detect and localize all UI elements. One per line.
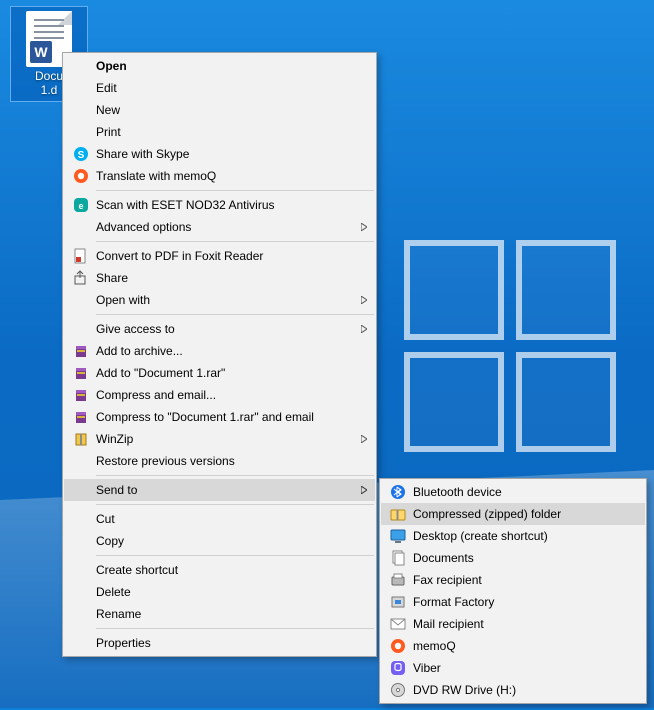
menu-skype-share[interactable]: S Share with Skype — [64, 143, 375, 165]
winzip-icon — [70, 430, 92, 448]
menu-eset-scan[interactable]: e Scan with ESET NOD32 Antivirus — [64, 194, 375, 216]
chevron-right-icon — [361, 435, 367, 443]
menu-edit[interactable]: Edit — [64, 77, 375, 99]
mail-icon — [387, 615, 409, 633]
fax-icon — [387, 571, 409, 589]
menu-separator — [96, 241, 374, 242]
submenu-fax[interactable]: Fax recipient — [381, 569, 645, 591]
eset-icon: e — [70, 196, 92, 214]
winrar-icon — [70, 364, 92, 382]
submenu-compressed-folder[interactable]: Compressed (zipped) folder — [381, 503, 645, 525]
menu-create-shortcut[interactable]: Create shortcut — [64, 559, 375, 581]
menu-rename[interactable]: Rename — [64, 603, 375, 625]
menu-memoq-translate[interactable]: Translate with memoQ — [64, 165, 375, 187]
menu-compress-email[interactable]: Compress and email... — [64, 384, 375, 406]
send-to-submenu: Bluetooth device Compressed (zipped) fol… — [379, 478, 647, 704]
bluetooth-icon — [387, 483, 409, 501]
menu-separator — [96, 190, 374, 191]
menu-delete[interactable]: Delete — [64, 581, 375, 603]
menu-copy[interactable]: Copy — [64, 530, 375, 552]
menu-separator — [96, 555, 374, 556]
share-icon — [70, 269, 92, 287]
memoq-icon — [387, 637, 409, 655]
context-menu: Open Edit New Print S Share with Skype T… — [62, 52, 377, 657]
windows-logo — [400, 240, 654, 480]
svg-text:S: S — [78, 150, 85, 161]
zip-folder-icon — [387, 505, 409, 523]
disc-drive-icon — [387, 681, 409, 699]
submenu-viber[interactable]: Viber — [381, 657, 645, 679]
submenu-memoq[interactable]: memoQ — [381, 635, 645, 657]
skype-icon: S — [70, 145, 92, 163]
menu-send-to[interactable]: Send to — [64, 479, 375, 501]
menu-advanced-options[interactable]: Advanced options — [64, 216, 375, 238]
chevron-right-icon — [361, 223, 367, 231]
menu-add-doc-rar[interactable]: Add to "Document 1.rar" — [64, 362, 375, 384]
menu-properties[interactable]: Properties — [64, 632, 375, 654]
memoq-icon — [70, 167, 92, 185]
menu-share[interactable]: Share — [64, 267, 375, 289]
format-factory-icon — [387, 593, 409, 611]
menu-restore-versions[interactable]: Restore previous versions — [64, 450, 375, 472]
submenu-format-factory[interactable]: Format Factory — [381, 591, 645, 613]
menu-cut[interactable]: Cut — [64, 508, 375, 530]
menu-print[interactable]: Print — [64, 121, 375, 143]
chevron-right-icon — [361, 296, 367, 304]
menu-give-access[interactable]: Give access to — [64, 318, 375, 340]
desktop-icon — [387, 527, 409, 545]
menu-compress-doc-rar-email[interactable]: Compress to "Document 1.rar" and email — [64, 406, 375, 428]
foxit-icon — [70, 247, 92, 265]
menu-open-with[interactable]: Open with — [64, 289, 375, 311]
submenu-bluetooth[interactable]: Bluetooth device — [381, 481, 645, 503]
viber-icon — [387, 659, 409, 677]
submenu-documents[interactable]: Documents — [381, 547, 645, 569]
menu-new[interactable]: New — [64, 99, 375, 121]
submenu-dvd-drive[interactable]: DVD RW Drive (H:) — [381, 679, 645, 701]
menu-separator — [96, 504, 374, 505]
menu-foxit-convert[interactable]: Convert to PDF in Foxit Reader — [64, 245, 375, 267]
menu-open[interactable]: Open — [64, 55, 375, 77]
svg-text:e: e — [78, 201, 83, 211]
menu-add-archive[interactable]: Add to archive... — [64, 340, 375, 362]
documents-icon — [387, 549, 409, 567]
menu-separator — [96, 314, 374, 315]
winrar-icon — [70, 408, 92, 426]
chevron-right-icon — [361, 486, 367, 494]
winrar-icon — [70, 342, 92, 360]
menu-separator — [96, 628, 374, 629]
winrar-icon — [70, 386, 92, 404]
menu-separator — [96, 475, 374, 476]
menu-winzip[interactable]: WinZip — [64, 428, 375, 450]
chevron-right-icon — [361, 325, 367, 333]
submenu-desktop-shortcut[interactable]: Desktop (create shortcut) — [381, 525, 645, 547]
submenu-mail[interactable]: Mail recipient — [381, 613, 645, 635]
